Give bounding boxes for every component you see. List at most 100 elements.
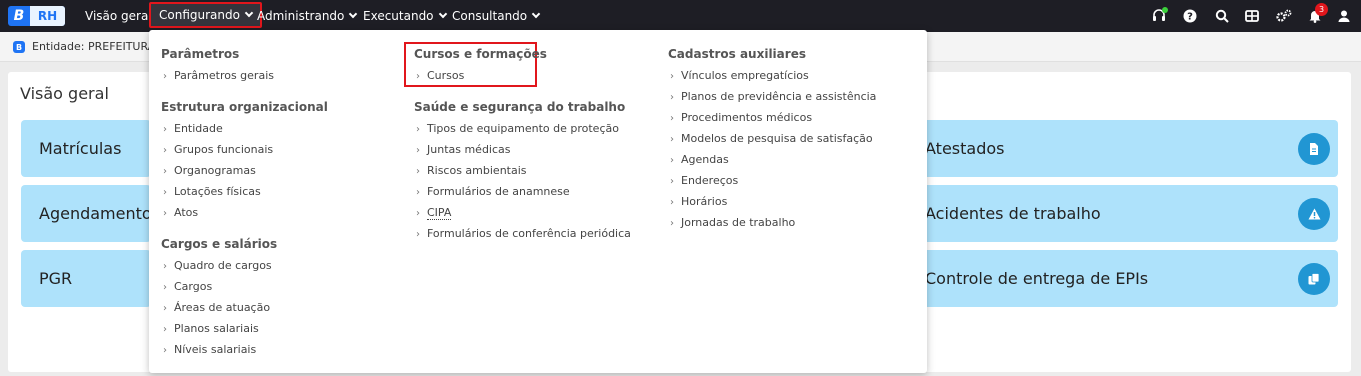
logo-name: RH xyxy=(30,6,65,26)
nav-executando[interactable]: Executando xyxy=(363,0,447,32)
section-parametros: Parâmetros xyxy=(161,47,240,61)
menu-item-lotacoes-fisicas[interactable]: › Lotações físicas xyxy=(163,185,261,198)
nav-configurando[interactable]: Configurando xyxy=(149,2,262,28)
chevron-right-icon: › xyxy=(163,303,167,314)
chevron-right-icon: › xyxy=(670,176,674,187)
menu-item-grupos-funcionais[interactable]: › Grupos funcionais xyxy=(163,143,273,156)
card-label: Controle de entrega de EPIs xyxy=(925,269,1149,288)
menu-item-agendas[interactable]: › Agendas xyxy=(670,153,729,166)
menu-item-niveis-salariais[interactable]: › Níveis salariais xyxy=(163,343,256,356)
menu-item-label: Planos salariais xyxy=(174,322,259,335)
chevron-right-icon: › xyxy=(670,113,674,124)
menu-item-riscos-ambientais[interactable]: › Riscos ambientais xyxy=(416,164,527,177)
menu-item-procedimentos-medicos[interactable]: › Procedimentos médicos xyxy=(670,111,812,124)
menu-item-entidade[interactable]: › Entidade xyxy=(163,122,223,135)
menu-item-label: Juntas médicas xyxy=(427,143,511,156)
menu-item-organogramas[interactable]: › Organogramas xyxy=(163,164,256,177)
chevron-right-icon: › xyxy=(163,71,167,82)
menu-item-areas-de-atuacao[interactable]: › Áreas de atuação xyxy=(163,301,270,314)
menu-item-label: CIPA xyxy=(427,206,452,220)
menu-item-label: Endereços xyxy=(681,174,739,187)
card-matriculas[interactable]: Matrículas xyxy=(21,120,151,177)
menu-item-cursos[interactable]: › Cursos xyxy=(416,69,464,82)
chevron-right-icon: › xyxy=(163,124,167,135)
section-cursos-e-formacoes: Cursos e formações xyxy=(414,47,547,61)
menu-item-label: Procedimentos médicos xyxy=(681,111,813,124)
chevron-down-icon xyxy=(244,8,254,18)
menu-item-jornadas-de-trabalho[interactable]: › Jornadas de trabalho xyxy=(670,216,795,229)
help-icon[interactable]: ? xyxy=(1182,8,1198,24)
card-pgr[interactable]: PGR xyxy=(21,250,151,307)
menu-item-enderecos[interactable]: › Endereços xyxy=(670,174,738,187)
chevron-right-icon: › xyxy=(416,71,420,82)
menu-item-parametros-gerais[interactable]: › Parâmetros gerais xyxy=(163,69,274,82)
menu-item-label: Formulários de anamnese xyxy=(427,185,570,198)
warning-icon xyxy=(1298,198,1330,230)
menu-item-label: Vínculos empregatícios xyxy=(681,69,809,82)
nav-administrando[interactable]: Administrando xyxy=(257,0,358,32)
card-agendamento[interactable]: Agendamento xyxy=(21,185,152,242)
card-label: Matrículas xyxy=(39,139,122,158)
menu-item-label: Jornadas de trabalho xyxy=(681,216,796,229)
menu-item-label: Organogramas xyxy=(174,164,256,177)
menu-item-modelos-pesquisa[interactable]: › Modelos de pesquisa de satisfação xyxy=(670,132,873,145)
entity-badge: B xyxy=(13,41,25,53)
menu-item-label: Modelos de pesquisa de satisfação xyxy=(681,132,873,145)
menu-item-formularios-conferencia[interactable]: › Formulários de conferência periódica xyxy=(416,227,631,240)
card-acidentes[interactable]: Acidentes de trabalho xyxy=(920,185,1338,242)
menu-item-formularios-anamnese[interactable]: › Formulários de anamnese xyxy=(416,185,570,198)
menu-item-planos-salariais[interactable]: › Planos salariais xyxy=(163,322,259,335)
chevron-right-icon: › xyxy=(163,166,167,177)
card-atestados[interactable]: Atestados xyxy=(920,120,1338,177)
entity-label[interactable]: Entidade: PREFEITURA D xyxy=(32,40,167,53)
chevron-right-icon: › xyxy=(416,187,420,198)
menu-item-cargos[interactable]: › Cargos xyxy=(163,280,212,293)
user-icon[interactable] xyxy=(1336,8,1352,24)
svg-text:?: ? xyxy=(1187,12,1193,23)
nav-label: Visão geral xyxy=(85,9,152,23)
nav-label: Administrando xyxy=(257,9,345,23)
nav-consultando[interactable]: Consultando xyxy=(452,0,541,32)
page-title: Visão geral xyxy=(20,84,109,103)
menu-item-tipos-equipamento-protecao[interactable]: › Tipos de equipamento de proteção xyxy=(416,122,619,135)
card-controle-epis[interactable]: Controle de entrega de EPIs xyxy=(920,250,1338,307)
chevron-down-icon xyxy=(349,9,358,19)
menu-item-horarios[interactable]: › Horários xyxy=(670,195,727,208)
card-label: Atestados xyxy=(925,139,1005,158)
menu-item-vinculos-empregaticios[interactable]: › Vínculos empregatícios xyxy=(670,69,809,82)
section-saude-e-seguranca: Saúde e segurança do trabalho xyxy=(414,100,626,114)
chevron-down-icon xyxy=(438,9,447,19)
menu-item-label: Formulários de conferência periódica xyxy=(427,227,631,240)
menu-item-label: Áreas de atuação xyxy=(174,301,271,314)
card-label: PGR xyxy=(39,269,73,288)
settings-icon[interactable] xyxy=(1276,8,1292,24)
card-label: Acidentes de trabalho xyxy=(925,204,1101,223)
grid-icon[interactable] xyxy=(1244,8,1260,24)
chevron-right-icon: › xyxy=(670,197,674,208)
search-icon[interactable] xyxy=(1214,8,1230,24)
nav-visao-geral[interactable]: Visão geral xyxy=(85,0,152,32)
menu-item-label: Cargos xyxy=(174,280,213,293)
menu-item-label: Horários xyxy=(681,195,728,208)
menu-item-juntas-medicas[interactable]: › Juntas médicas xyxy=(416,143,511,156)
menu-item-label: Planos de previdência e assistência xyxy=(681,90,877,103)
chevron-right-icon: › xyxy=(416,145,420,156)
configurando-dropdown-menu: Parâmetros › Parâmetros gerais Estrutura … xyxy=(149,30,927,373)
chevron-right-icon: › xyxy=(416,208,420,219)
section-cargos-e-salarios: Cargos e salários xyxy=(161,237,278,251)
chevron-right-icon: › xyxy=(163,187,167,198)
menu-item-label: Grupos funcionais xyxy=(174,143,274,156)
chevron-right-icon: › xyxy=(163,282,167,293)
section-estrutura-organizacional: Estrutura organizacional xyxy=(161,100,328,114)
menu-item-cipa[interactable]: › CIPA xyxy=(416,206,452,220)
section-cadastros-auxiliares: Cadastros auxiliares xyxy=(668,47,806,61)
chevron-right-icon: › xyxy=(670,134,674,145)
menu-item-label: Cursos xyxy=(427,69,465,82)
menu-item-planos-previdencia[interactable]: › Planos de previdência e assistência xyxy=(670,90,876,103)
chevron-right-icon: › xyxy=(416,229,420,240)
logo-letter: B xyxy=(13,8,25,24)
menu-item-atos[interactable]: › Atos xyxy=(163,206,198,219)
app-logo[interactable]: B RH xyxy=(8,6,65,26)
menu-item-quadro-de-cargos[interactable]: › Quadro de cargos xyxy=(163,259,272,272)
chevron-right-icon: › xyxy=(163,261,167,272)
